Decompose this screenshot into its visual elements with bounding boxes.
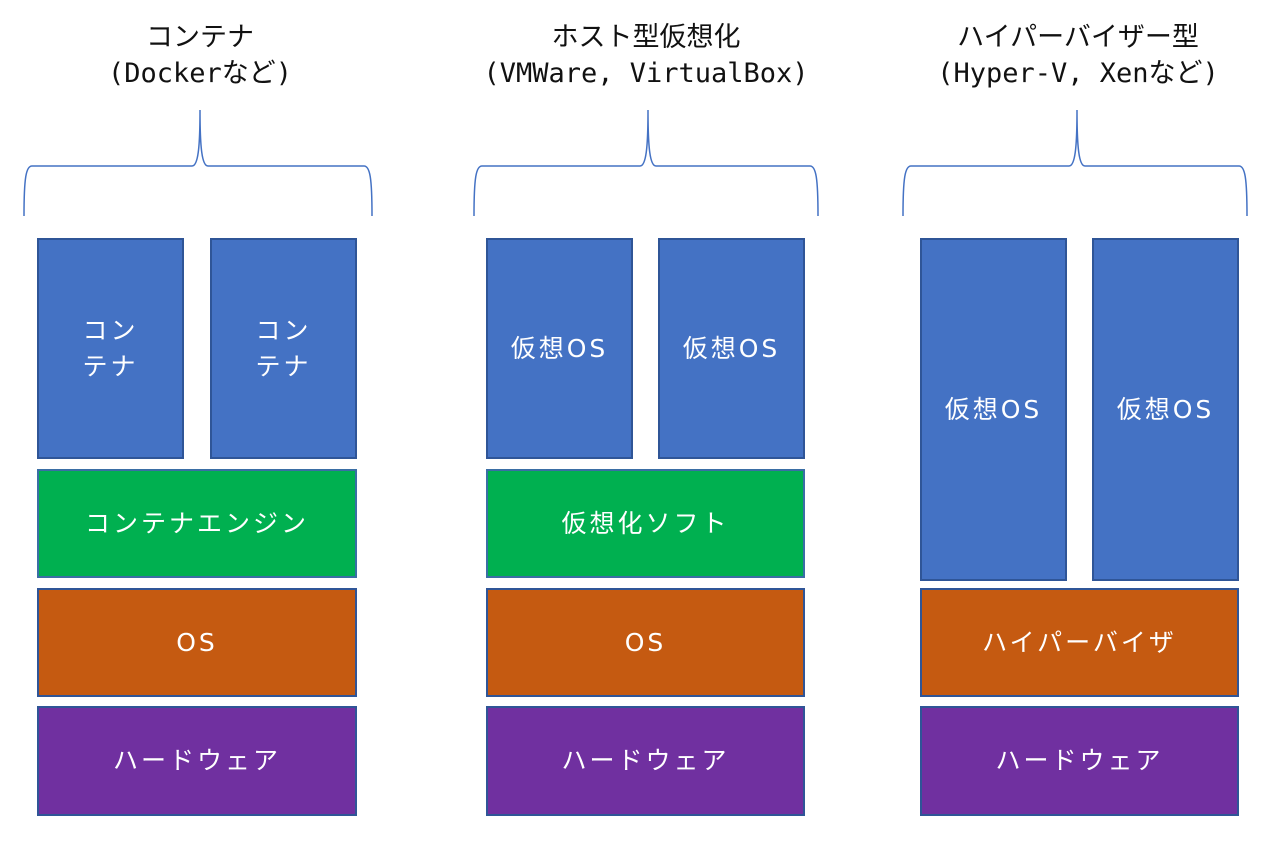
- column-title-hosted: ホスト型仮想化 (VMWare, VirtualBox): [446, 20, 846, 92]
- brace-icon: [473, 109, 819, 217]
- title-main: ホスト型仮想化: [551, 22, 741, 53]
- virtual-os-box: 仮想OS: [658, 238, 805, 459]
- hardware-layer: ハードウェア: [920, 706, 1239, 816]
- os-layer: OS: [37, 588, 357, 697]
- hardware-layer: ハードウェア: [486, 706, 805, 816]
- virtualization-software-layer: 仮想化ソフト: [486, 469, 805, 578]
- column-title-hypervisor: ハイパーバイザー型 (Hyper-V, Xenなど): [878, 20, 1278, 92]
- virtual-os-box: 仮想OS: [486, 238, 633, 459]
- brace-icon: [902, 109, 1248, 217]
- container-box: コン テナ: [37, 238, 184, 459]
- title-subtitle: (VMWare, VirtualBox): [483, 58, 809, 89]
- hypervisor-layer: ハイパーバイザ: [920, 588, 1239, 697]
- title-main: コンテナ: [146, 22, 254, 53]
- virtual-os-box: 仮想OS: [1092, 238, 1239, 581]
- title-subtitle: (Dockerなど): [107, 58, 293, 89]
- column-title-container: コンテナ (Dockerなど): [0, 20, 400, 92]
- title-subtitle: (Hyper-V, Xenなど): [937, 58, 1219, 89]
- hardware-layer: ハードウェア: [37, 706, 357, 816]
- container-box: コン テナ: [210, 238, 357, 459]
- os-layer: OS: [486, 588, 805, 697]
- title-main: ハイパーバイザー型: [957, 22, 1199, 53]
- virtual-os-box: 仮想OS: [920, 238, 1067, 581]
- container-engine-layer: コンテナエンジン: [37, 469, 357, 578]
- brace-icon: [23, 109, 373, 217]
